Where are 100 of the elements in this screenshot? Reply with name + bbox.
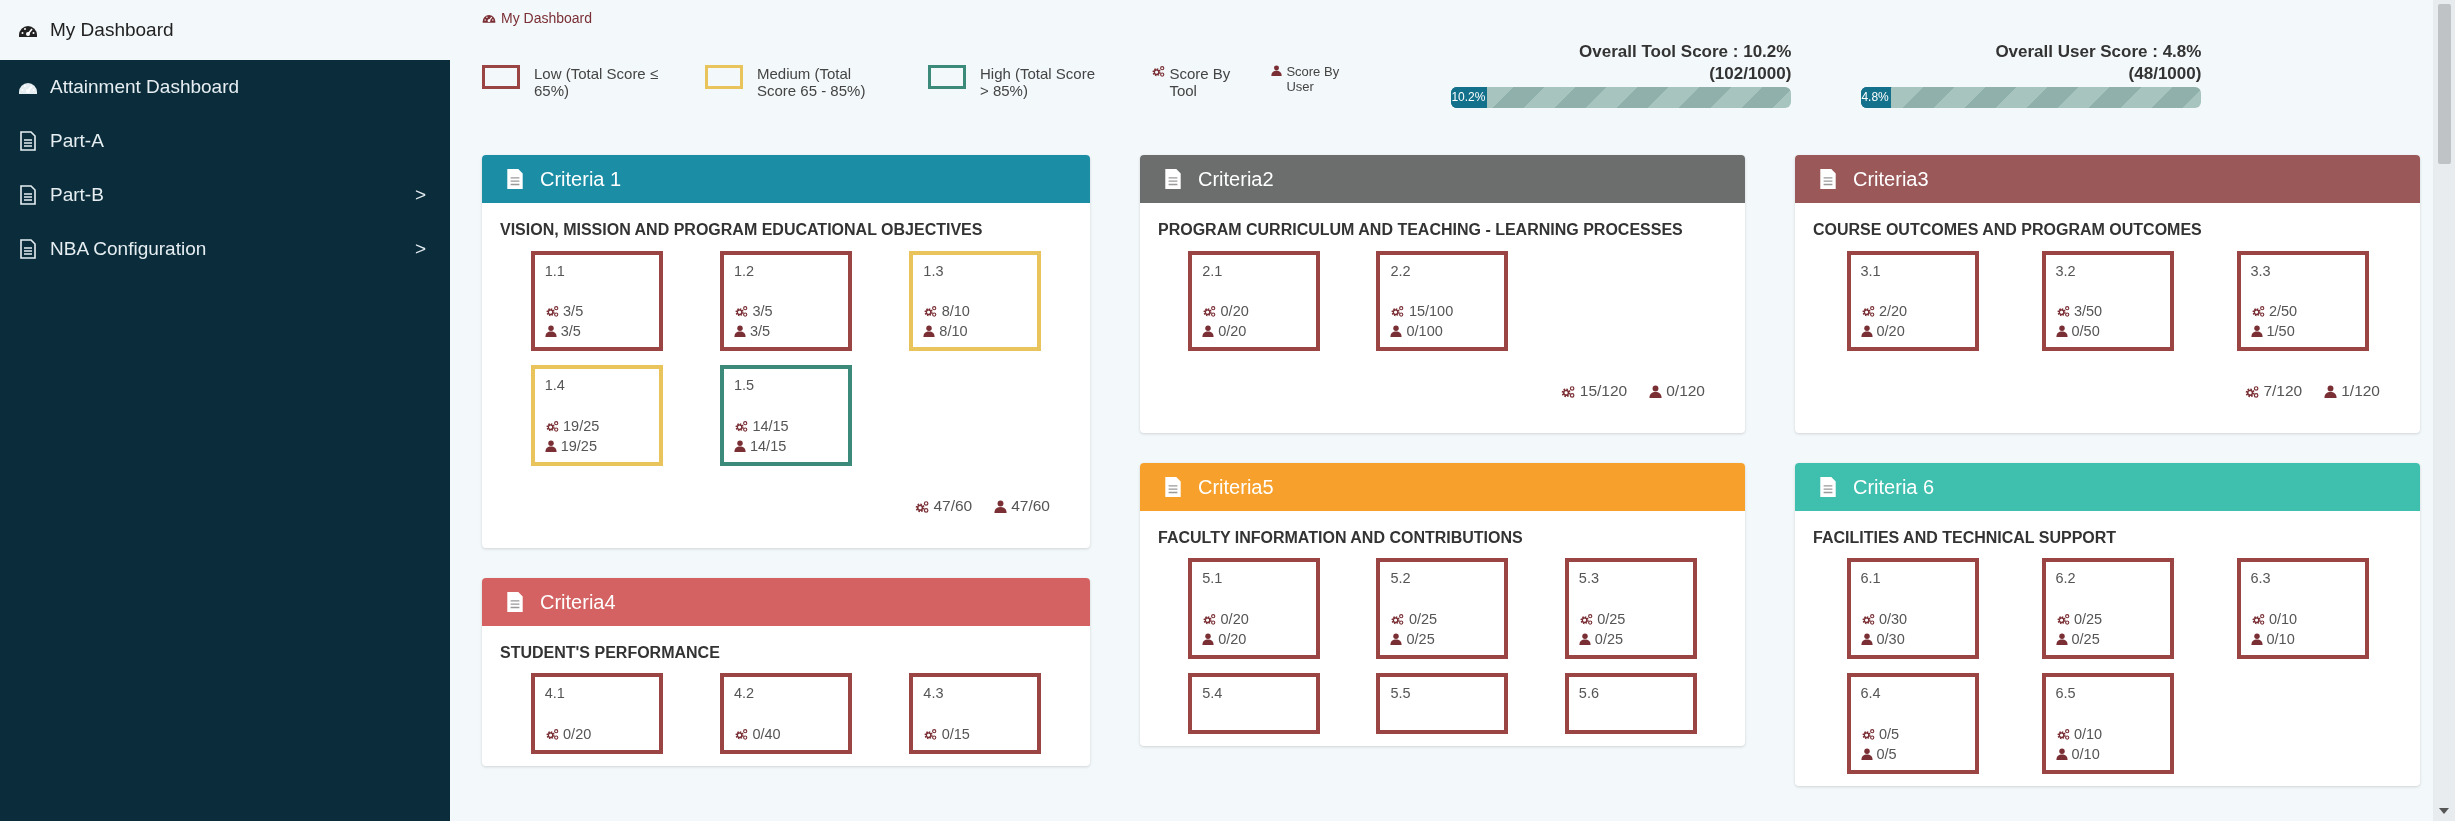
gears-icon	[2055, 612, 2070, 625]
gears-icon	[734, 419, 749, 432]
user-score: 3/5	[560, 322, 581, 342]
sidebar-item[interactable]: Attainment Dashboard	[0, 60, 450, 114]
down-arrow-icon[interactable]	[2438, 807, 2450, 815]
user-icon	[1578, 633, 1591, 646]
overall-score-title: Overall User Score : 4.8%	[1994, 41, 2202, 63]
score-box[interactable]: 6.3 0/10 0/10	[2236, 558, 2369, 660]
tool-score: 0/25	[1597, 609, 1626, 629]
score-box[interactable]: 5.5	[1376, 673, 1509, 734]
score-box[interactable]: 2.2 15/100 0/100	[1376, 250, 1509, 352]
tool-score: 0/20	[1220, 609, 1249, 629]
progress-label: 4.8%	[1861, 87, 1891, 109]
score-box[interactable]: 6.1 0/30 0/30	[1846, 558, 1979, 660]
tool-score: 3/50	[2073, 301, 2103, 321]
scrollbar[interactable]	[2433, 0, 2455, 821]
card-title: Criteria2	[1198, 167, 1274, 192]
dashboard-icon	[482, 13, 496, 24]
card-title: Criteria 1	[540, 167, 622, 192]
tool-score: 2/20	[1878, 301, 1908, 321]
gears-icon	[913, 499, 930, 513]
user-icon	[2324, 384, 2338, 398]
tool-score: 0/20	[1220, 301, 1249, 321]
user-score: 14/15	[750, 437, 787, 457]
score-box[interactable]: 3.2 3/50 0/50	[2041, 250, 2174, 352]
total-tool-score: 7/120	[2263, 381, 2303, 402]
card-title: Criteria4	[540, 589, 616, 615]
gears-icon	[2243, 384, 2260, 398]
score-box[interactable]: 5.6	[1564, 673, 1697, 734]
score-box[interactable]: 1.1 3/5 3/5	[530, 250, 663, 352]
tool-score: 19/25	[563, 416, 600, 436]
criteria-heading: STUDENT'S PERFORMANCE	[499, 642, 721, 663]
score-box[interactable]: 6.5 0/10 0/10	[2041, 673, 2174, 775]
criteria-heading: VISION, MISSION AND PROGRAM EDUCATIONAL OBJECTIVES	[499, 220, 984, 240]
document-icon	[504, 168, 526, 190]
user-score: 0/20	[1218, 322, 1247, 342]
score-box[interactable]: 3.3 2/50 1/50	[2236, 250, 2369, 352]
score-box[interactable]: 5.4	[1188, 673, 1321, 734]
score-box[interactable]: 1.3 8/10 8/10	[909, 250, 1042, 352]
sidebar-item[interactable]: Part-A	[0, 114, 450, 168]
tool-score: 3/5	[563, 301, 584, 321]
score-box[interactable]: 1.5 14/15 14/15	[720, 365, 852, 467]
user-icon	[2055, 747, 2068, 760]
user-icon	[923, 325, 936, 338]
overall-score-detail: (48/1000)	[2127, 63, 2202, 86]
tool-score: 8/10	[941, 301, 970, 321]
tool-score: 0/15	[941, 724, 970, 744]
sidebar-item[interactable]: NBA Configuration >	[0, 222, 450, 276]
score-box[interactable]: 6.4 0/5 0/5	[1846, 673, 1979, 775]
tool-score: 0/30	[1878, 609, 1908, 629]
card-title: Criteria5	[1198, 474, 1274, 500]
user-icon	[1202, 325, 1215, 338]
criteria-heading: PROGRAM CURRICULUM AND TEACHING - LEARNING PROCESSES	[1157, 220, 1684, 240]
tool-score: 14/15	[752, 416, 789, 436]
score-box[interactable]: 2.1 0/20 0/20	[1188, 250, 1321, 352]
user-score: 3/5	[750, 322, 771, 342]
score-box[interactable]: 5.3 0/25 0/25	[1564, 558, 1697, 660]
user-icon	[2250, 633, 2263, 646]
sidebar-item[interactable]: Part-B >	[0, 168, 450, 222]
gears-icon	[544, 727, 560, 740]
tool-score: 0/10	[2268, 609, 2298, 629]
score-box[interactable]: 4.2 0/40	[720, 673, 852, 754]
gears-icon	[1860, 727, 1875, 740]
user-icon	[544, 325, 557, 338]
score-box[interactable]: 1.2 3/5 3/5	[720, 250, 852, 352]
tool-score: 0/5	[1878, 724, 1900, 744]
user-icon	[734, 440, 746, 453]
gears-icon	[1578, 612, 1594, 625]
score-box[interactable]: 6.2 0/25 0/25	[2041, 558, 2174, 660]
gears-icon	[734, 727, 749, 740]
gears-icon	[544, 305, 560, 318]
tool-score: 0/25	[2073, 609, 2103, 629]
criteria-heading: FACULTY INFORMATION AND CONTRIBUTIONS	[1157, 527, 1524, 548]
progress-label: 10.2%	[1451, 87, 1488, 109]
gears-icon	[1860, 612, 1875, 625]
document-icon	[18, 185, 38, 205]
user-score: 0/20	[1876, 322, 1905, 342]
user-score: 0/25	[1406, 629, 1435, 649]
gears-icon	[1860, 305, 1875, 318]
user-score: 1/50	[2266, 322, 2295, 342]
user-icon	[2055, 633, 2068, 646]
sidebar-item[interactable]: My Dashboard	[0, 0, 450, 60]
user-icon	[1390, 325, 1403, 338]
document-icon	[1162, 475, 1184, 498]
user-score: 0/10	[2266, 629, 2295, 649]
score-box[interactable]: 4.3 0/15	[909, 673, 1042, 754]
score-box[interactable]: 5.1 0/20 0/20	[1188, 558, 1321, 660]
breadcrumb-link[interactable]: My Dashboard	[501, 8, 593, 29]
document-icon	[18, 239, 38, 259]
score-box[interactable]: 5.2 0/25 0/25	[1376, 558, 1509, 660]
score-box[interactable]: 1.4 19/25 19/25	[530, 365, 663, 467]
user-icon	[1649, 384, 1663, 398]
gears-icon	[1560, 384, 1576, 398]
criteria-heading: FACILITIES AND TECHNICAL SUPPORT	[1812, 527, 2118, 548]
score-box[interactable]: 3.1 2/20 0/20	[1846, 250, 1979, 352]
user-score: 0/30	[1876, 629, 1905, 649]
score-box[interactable]: 4.1 0/20	[530, 673, 663, 754]
legend-label: Medium (Total Score 65 - 85%)	[757, 65, 867, 100]
card-title: Criteria3	[1853, 167, 1929, 192]
scroll-thumb[interactable]	[2438, 4, 2451, 164]
